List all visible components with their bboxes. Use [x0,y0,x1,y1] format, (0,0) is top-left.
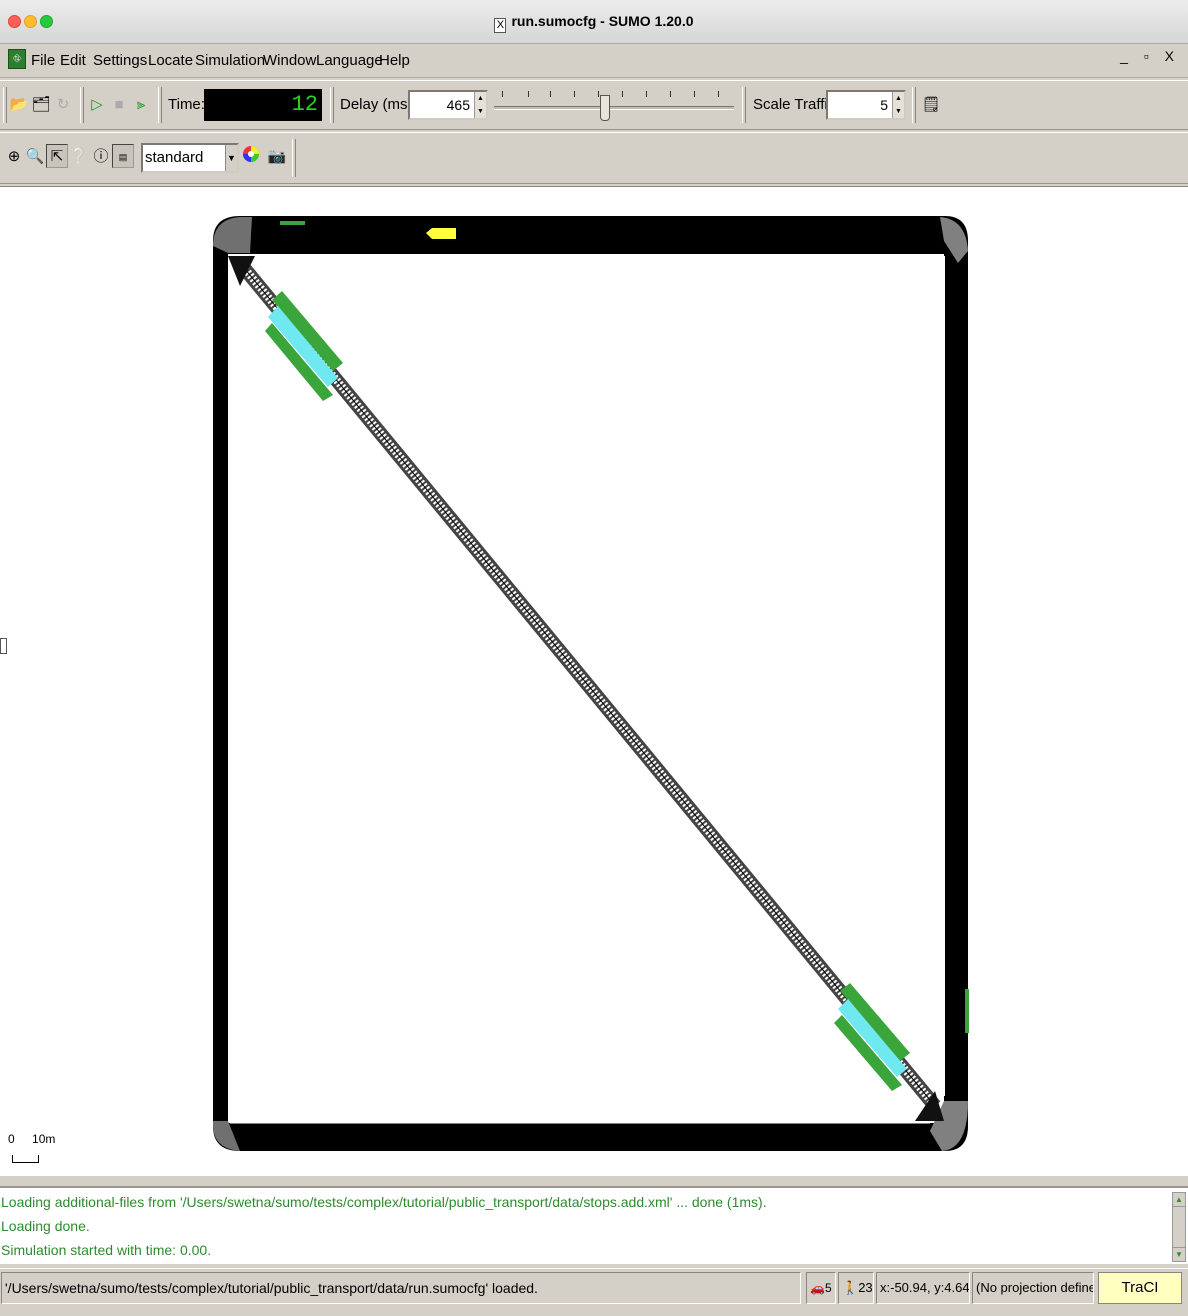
person-count: 23 [858,1280,873,1295]
scroll-down-icon[interactable]: ▼ [1173,1247,1185,1261]
toolbar-grip[interactable] [80,87,84,123]
scale-label-length: 10m [32,1132,56,1146]
color-wheel-svg [243,146,259,162]
open-config-icon[interactable]: 📂 [8,93,30,117]
menu-file[interactable]: File [31,52,55,69]
simulation-toolbar: 📂 🗂 ↻ ▷ ■ ⫸ Time: 12 Delay (ms): 465 ▲ ▼ … [0,80,1188,130]
menu-locate[interactable]: Locate [148,52,193,69]
vehicle-count: 5 [824,1281,832,1295]
scheme-value: standard [145,149,204,166]
cursor-coordinates: x:-50.94, y:4.64 [876,1272,970,1304]
slider-tick [528,91,529,97]
menu-language[interactable]: Language [316,52,383,69]
recenter-view-icon[interactable]: ⊕ [3,145,25,169]
detector-marker[interactable] [280,221,305,225]
menu-edit[interactable]: Edit [60,52,86,69]
delay-value: 465 [446,97,470,113]
zoom-icon[interactable]: 🔍 [24,145,46,169]
step-icon[interactable]: ⫸ [130,93,152,117]
message-line: Simulation started with time: 0.00. [1,1242,212,1258]
slider-tick [574,91,575,97]
show-tooltips-icon[interactable]: ❔ [68,145,90,169]
toolbar-grip[interactable] [912,87,916,123]
toolbar-grip[interactable] [330,87,334,123]
window-title: run.sumocfg - SUMO 1.20.0 [511,13,694,29]
hint-icon[interactable]: ⓘ [90,145,112,169]
slider-tick [550,91,551,97]
toolbar-grip[interactable] [3,87,7,123]
detector-marker[interactable] [965,989,969,1033]
window-title-wrap: Xrun.sumocfg - SUMO 1.20.0 [0,13,1188,33]
breakpoint-editor-icon[interactable]: 🗒 [920,93,942,117]
menu-tooltip-icon[interactable]: ▤ [112,144,134,168]
message-line: Loading done. [1,1218,90,1234]
time-label: Time: [168,96,205,113]
menu-bar: ⛗ File Edit Settings Locate Simulation W… [0,44,1188,78]
person-count-field[interactable]: 🚶23 [838,1272,874,1304]
stop-icon[interactable]: ■ [108,93,130,117]
slider-tick [646,91,647,97]
toolbar-grip[interactable] [292,139,296,177]
vehicle-marker[interactable] [426,228,456,239]
status-message: '/Users/swetna/sumo/tests/complex/tutori… [1,1272,801,1304]
menu-settings[interactable]: Settings [93,52,147,69]
slider-tick [502,91,503,97]
scale-traffic-value: 5 [880,97,888,113]
slider-tick [694,91,695,97]
scale-label-zero: 0 [8,1132,15,1146]
screenshot-icon[interactable]: 📷 [266,145,288,169]
menu-simulation[interactable]: Simulation [195,52,265,69]
reload-icon[interactable]: ↻ [52,93,74,117]
toolbar-grip[interactable] [742,87,746,123]
slider-tick [670,91,671,97]
message-line: Loading additional-files from '/Users/sw… [1,1194,767,1210]
delay-slider[interactable] [492,89,736,121]
slider-track [494,106,734,110]
scale-traffic-spinner-arrows[interactable]: ▲ ▼ [892,92,904,118]
network-view[interactable] [0,187,1188,1177]
network-canvas[interactable] [0,186,1188,1176]
status-bar: '/Users/swetna/sumo/tests/complex/tutori… [0,1268,1188,1306]
projection-field: (No projection defined) [972,1272,1094,1304]
delay-spinner[interactable]: 465 ▲ ▼ [408,90,488,120]
slider-tick [622,91,623,97]
x11-icon: X [494,18,507,33]
visualization-scheme-select[interactable]: standard ▼ [141,143,239,173]
message-window[interactable]: Loading additional-files from '/Users/sw… [0,1186,1188,1264]
toolbar-grip[interactable] [158,87,162,123]
message-scrollbar[interactable]: ▲ ▼ [1172,1192,1186,1262]
color-wheel-icon[interactable] [240,145,262,169]
delay-label: Delay (ms): [340,96,417,113]
scale-bar-labels: 0 10m [8,1132,55,1146]
delay-spinner-arrows[interactable]: ▲ ▼ [474,92,486,118]
canvas-edge-handle[interactable] [0,638,7,654]
scale-traffic-spinner[interactable]: 5 ▲ ▼ [826,90,906,120]
person-icon: 🚶 [842,1280,859,1295]
open-network-icon[interactable]: 🗂 [30,93,52,117]
scale-bar-line [12,1155,39,1163]
mdi-window-controls[interactable]: _ ▫ X [1120,48,1180,64]
menu-help[interactable]: Help [379,52,410,69]
sumo-app-icon[interactable]: ⛗ [8,49,26,69]
car-icon: 🚗 [810,1281,825,1295]
junction-top-left[interactable] [213,217,252,253]
run-icon[interactable]: ▷ [86,93,108,117]
slider-tick [718,91,719,97]
chevron-down-icon[interactable]: ▼ [225,145,237,171]
scroll-up-icon[interactable]: ▲ [1173,1193,1185,1207]
title-bar: Xrun.sumocfg - SUMO 1.20.0 [0,0,1188,44]
slider-thumb[interactable] [600,95,610,121]
time-display: 12 [204,89,322,121]
menu-window[interactable]: Window [263,52,316,69]
view-toolbar: ⊕ 🔍 ⇱ ❔ ⓘ ▤ standard ▼ 📷 [0,132,1188,184]
traci-indicator[interactable]: TraCI [1098,1272,1182,1304]
vehicle-count-field[interactable]: 🚗5 [806,1272,836,1304]
slider-tick [598,91,599,97]
locate-icon[interactable]: ⇱ [46,144,68,168]
